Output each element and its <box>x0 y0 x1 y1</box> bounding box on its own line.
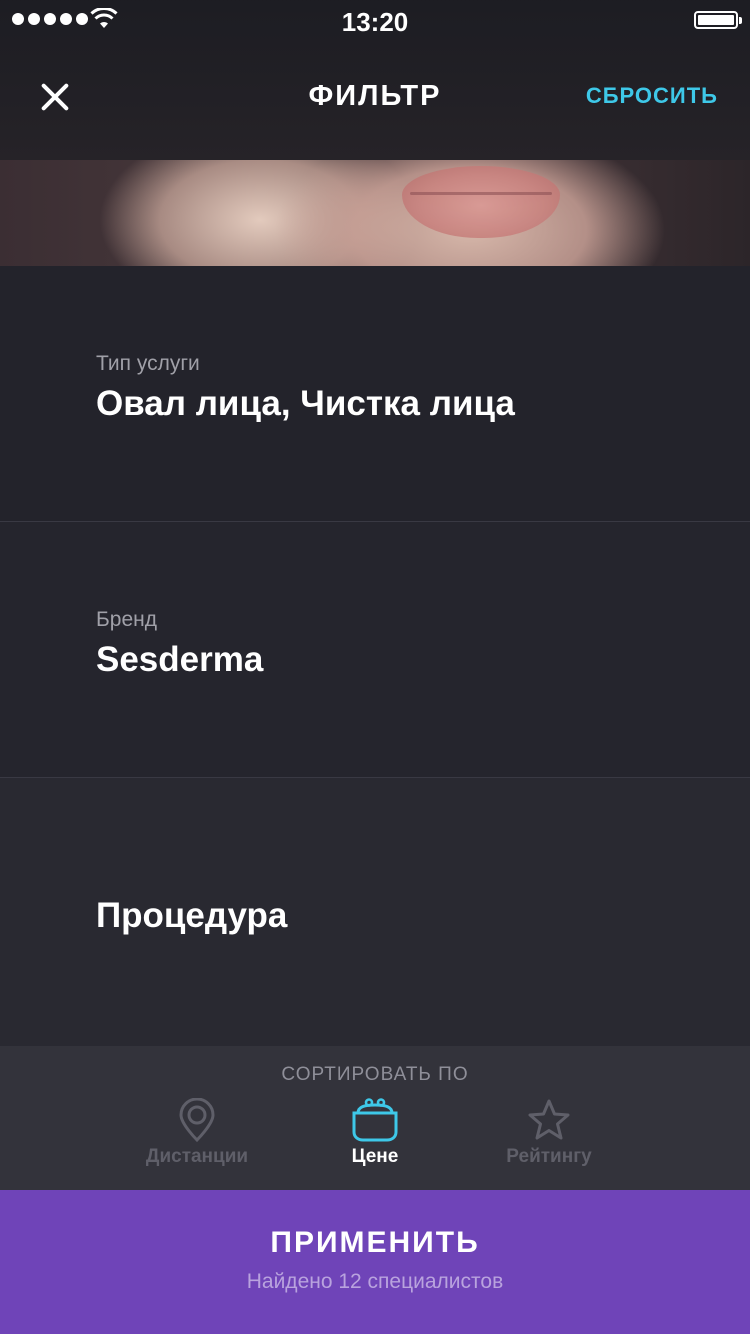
filter-service-type[interactable]: Тип услуги Овал лица, Чистка лица <box>0 266 750 522</box>
filter-value: Процедура <box>96 896 288 935</box>
sort-bar: СОРТИРОВАТЬ ПО Дистанции Цене Рейтингу <box>0 1046 750 1190</box>
battery-icon <box>694 11 742 29</box>
filter-procedure[interactable]: Процедура <box>0 778 750 1046</box>
star-icon <box>528 1099 570 1140</box>
sort-title: СОРТИРОВАТЬ ПО <box>281 1064 469 1085</box>
filter-label: Тип услуги <box>96 352 200 375</box>
sort-option-label: Цене <box>351 1146 399 1167</box>
filter-value: Овал лица, Чистка лица <box>96 384 515 423</box>
apply-label: ПРИМЕНИТЬ <box>270 1226 480 1259</box>
results-count: Найдено 12 специалистов <box>246 1270 504 1293</box>
sort-option-label: Рейтингу <box>506 1146 592 1167</box>
sort-by-price[interactable]: Цене <box>285 1098 465 1168</box>
sort-option-label: Дистанции <box>145 1146 249 1167</box>
filter-value: Sesderma <box>96 640 264 679</box>
sort-by-rating[interactable]: Рейтингу <box>459 1098 639 1168</box>
filter-label: Бренд <box>96 608 157 631</box>
status-bar: 13:20 <box>0 0 750 40</box>
filter-brand[interactable]: Бренд Sesderma <box>0 522 750 778</box>
sort-by-distance[interactable]: Дистанции <box>107 1098 287 1168</box>
location-pin-icon <box>179 1098 215 1142</box>
apply-button[interactable]: ПРИМЕНИТЬ Найдено 12 специалистов <box>0 1190 750 1334</box>
reset-button[interactable]: СБРОСИТЬ <box>586 83 718 109</box>
status-time: 13:20 <box>341 7 409 37</box>
purse-icon <box>352 1098 398 1142</box>
face-photo <box>0 160 750 266</box>
